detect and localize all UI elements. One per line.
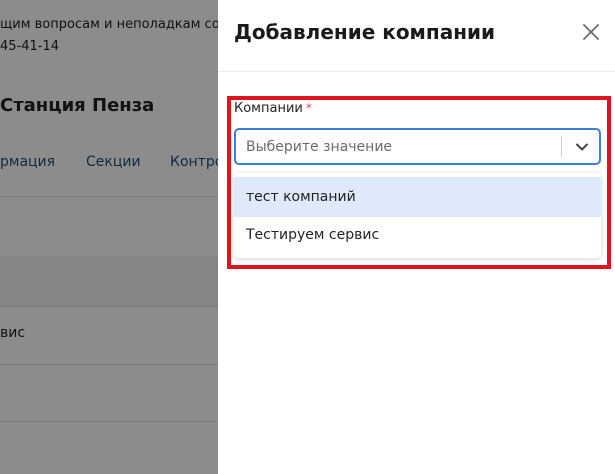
select-separator: [561, 136, 562, 157]
drawer-header: Добавление компании: [218, 0, 615, 72]
dropdown-option[interactable]: Тестируем сервис: [234, 215, 601, 255]
add-company-drawer: Добавление компании Компании * Выберите з…: [218, 0, 615, 474]
companies-label: Компании *: [234, 101, 312, 116]
close-icon: [583, 24, 599, 40]
close-button[interactable]: [579, 20, 603, 44]
drawer-title: Добавление компании: [234, 20, 496, 44]
select-placeholder: Выберите значение: [246, 139, 393, 155]
companies-select[interactable]: Выберите значение: [234, 128, 601, 165]
companies-label-text: Компании: [234, 101, 303, 116]
companies-dropdown-menu: тест компаний Тестируем сервис: [234, 173, 601, 258]
chevron-down-icon[interactable]: [573, 138, 591, 156]
required-mark: *: [305, 101, 312, 115]
dropdown-option[interactable]: тест компаний: [234, 177, 601, 217]
